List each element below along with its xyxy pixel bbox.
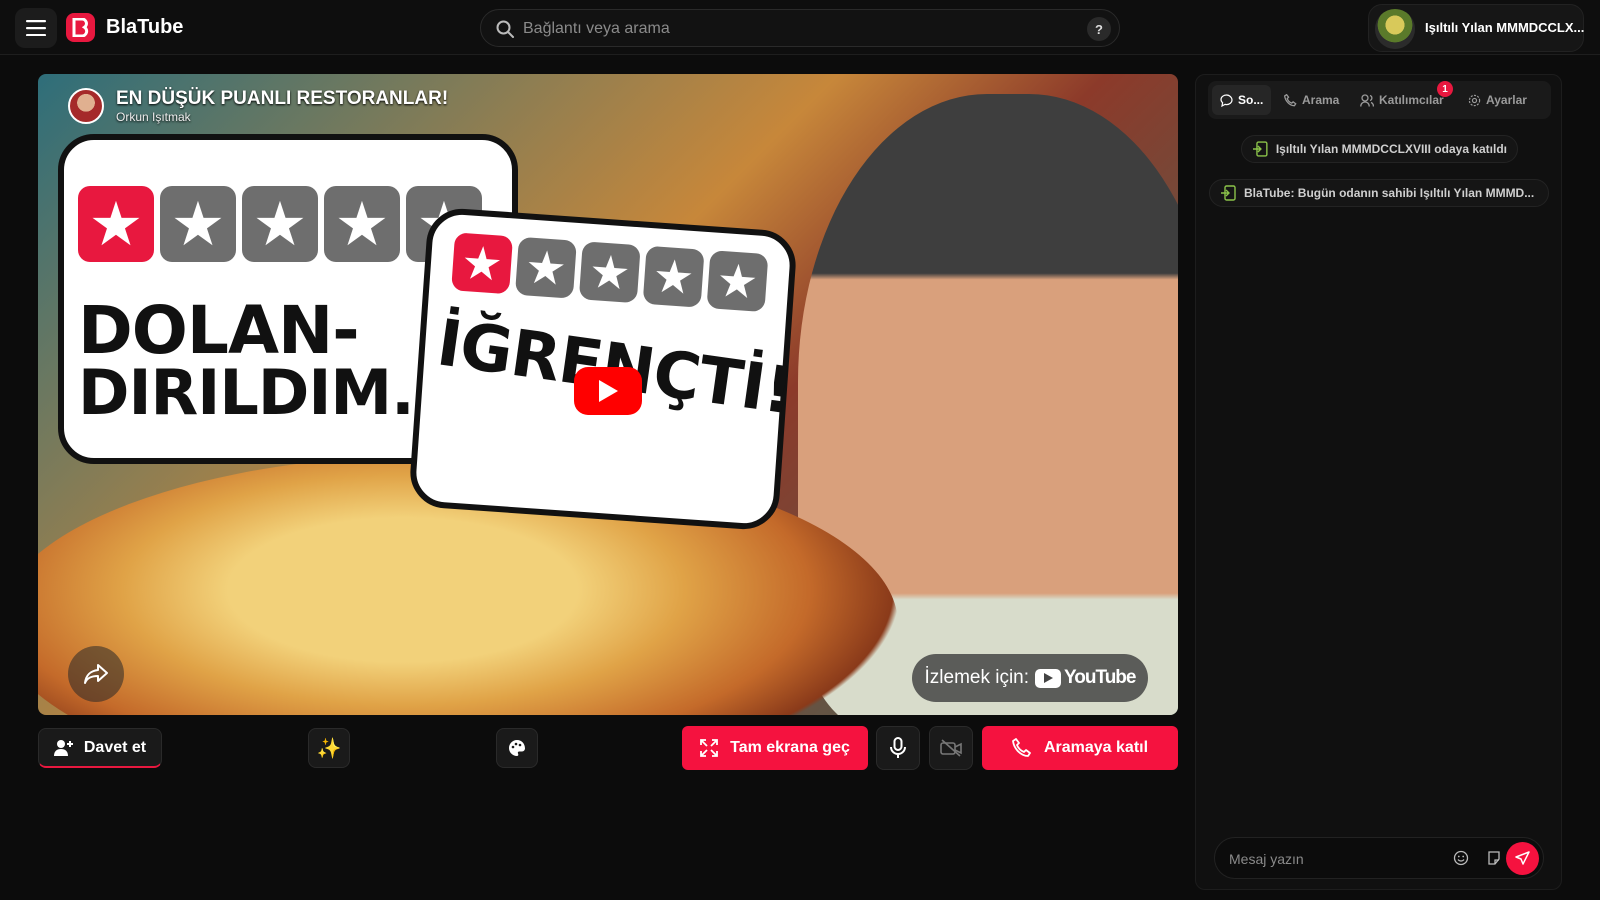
side-tabs: So... Arama Katılımcılar Ayarlar [1208,81,1551,119]
youtube-play-icon [1035,668,1062,688]
hamburger-icon [26,20,46,36]
invite-button[interactable]: Davet et [38,728,162,768]
fullscreen-button[interactable]: Tam ekrana geç [682,726,868,770]
star-filled-icon: ★ [78,186,154,262]
users-icon [1360,93,1374,107]
chat-icon [1220,93,1233,107]
user-name: Işıltılı Yılan MMMDCCLX... [1425,20,1585,35]
tab-participants-label: Katılımcılar [1379,93,1444,107]
emoji-icon[interactable] [1453,850,1469,866]
invite-label: Davet et [83,738,147,756]
help-button[interactable]: ? [1087,17,1111,41]
add-user-icon [53,739,73,756]
phone-icon [1284,93,1297,106]
star-empty-icon: ★ [642,245,705,308]
bubble-left-line1: DOLAN- [78,292,360,369]
video-title[interactable]: EN DÜŞÜK PUANLI RESTORANLAR! [116,88,448,110]
star-empty-icon: ★ [242,186,318,262]
logo-icon [72,18,89,37]
join-call-button[interactable]: Aramaya katıl [982,726,1178,770]
participants-count-badge: 1 [1437,81,1453,97]
user-profile-button[interactable]: Işıltılı Yılan MMMDCCLX... [1368,4,1584,52]
search-bar: ? [480,9,1120,47]
microphone-icon [890,737,906,758]
menu-button[interactable] [15,8,57,48]
tab-settings[interactable]: Ayarlar [1468,85,1527,115]
watch-label: İzlemek için: [924,667,1030,688]
star-empty-icon: ★ [160,186,236,262]
tab-participants[interactable]: Katılımcılar [1360,85,1444,115]
star-empty-icon: ★ [578,241,641,304]
bubble-left-line2: DIRILDIM. [78,356,415,429]
gear-icon [1468,94,1481,106]
share-icon [84,664,108,684]
player-controls: Davet et ✨ Tam ekrana geç Aramaya katıl [38,726,1178,772]
join-call-label: Aramaya katıl [1043,739,1149,756]
sparkles-icon: ✨ [316,737,342,760]
tab-chat[interactable]: So... [1212,85,1272,115]
search-input[interactable] [523,17,1063,41]
sticker-icon[interactable] [1486,850,1502,866]
video-player[interactable]: ★★★★★ DOLAN- DIRILDIM. ★★★★★ İĞRENÇTİ! E… [38,74,1178,715]
microphone-button[interactable] [876,726,920,770]
tab-call-label: Arama [1302,93,1340,107]
expand-icon [700,739,719,757]
send-button[interactable] [1506,842,1539,875]
message-input[interactable] [1229,849,1439,869]
play-button[interactable] [574,367,642,415]
camera-off-icon [940,739,962,757]
effects-button[interactable]: ✨ [308,728,350,768]
top-bar: BlaTube ? Işıltılı Yılan MMMDCCLX... [0,0,1600,55]
rating-stars-left: ★★★★★ [78,186,482,262]
star-empty-icon: ★ [706,250,769,313]
tab-call[interactable]: Arama [1284,85,1339,115]
send-icon [1515,851,1530,865]
join-icon [1221,185,1236,201]
star-empty-icon: ★ [514,236,577,299]
watch-on-youtube-button[interactable]: İzlemek için: YouTube [912,654,1148,702]
channel-avatar[interactable] [68,88,104,124]
theme-button[interactable] [496,728,538,768]
system-message: Işıltılı Yılan MMMDCCLXVIII odaya katıld… [1241,135,1518,163]
tab-settings-label: Ayarlar [1486,93,1527,107]
search-icon [496,20,514,38]
system-message: BlaTube: Bugün odanın sahibi Işıltılı Yı… [1209,179,1549,207]
tab-chat-label: So... [1238,93,1264,107]
fullscreen-label: Tam ekrana geç [730,739,850,756]
join-icon [1252,141,1268,157]
brand-name[interactable]: BlaTube [106,16,183,39]
camera-button[interactable] [929,726,973,770]
star-filled-icon: ★ [451,232,514,295]
palette-icon [509,740,525,756]
user-avatar [1375,9,1415,49]
share-button[interactable] [68,646,124,702]
youtube-wordmark: YouTube [1064,667,1136,688]
channel-name[interactable]: Orkun Işıtmak [116,110,448,124]
play-icon [599,380,618,402]
star-empty-icon: ★ [324,186,400,262]
message-composer [1214,837,1544,879]
rating-stars-right: ★ ★ ★ ★ ★ [451,232,769,313]
side-panel: So... Arama Katılımcılar Ayarlar Işıltıl… [1195,74,1562,890]
phone-icon [1012,738,1031,757]
system-message-text: BlaTube: Bugün odanın sahibi Işıltılı Yı… [1244,186,1535,200]
video-header: EN DÜŞÜK PUANLI RESTORANLAR! Orkun Işıtm… [68,88,448,124]
youtube-logo: YouTube [1035,667,1136,689]
system-message-text: Işıltılı Yılan MMMDCCLXVIII odaya katıld… [1275,142,1507,156]
brand-logo[interactable] [66,13,95,42]
